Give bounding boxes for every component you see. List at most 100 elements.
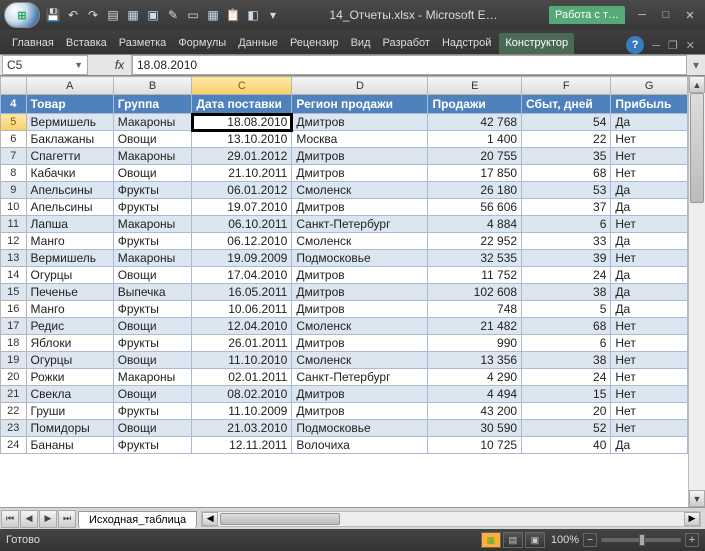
cell[interactable]: Да bbox=[611, 437, 688, 454]
cell[interactable]: Дмитров bbox=[292, 386, 428, 403]
cell[interactable]: 06.10.2011 bbox=[192, 216, 292, 233]
cell[interactable]: 13 356 bbox=[428, 352, 522, 369]
cell[interactable]: 4 884 bbox=[428, 216, 522, 233]
row-header[interactable]: 19 bbox=[1, 352, 27, 369]
cell[interactable]: 6 bbox=[522, 335, 611, 352]
ribbon-tab-constructor[interactable]: Конструктор bbox=[499, 33, 574, 54]
cell[interactable]: 102 608 bbox=[428, 284, 522, 301]
cell[interactable]: 990 bbox=[428, 335, 522, 352]
cell[interactable]: Бананы bbox=[26, 437, 113, 454]
cell[interactable]: Да bbox=[611, 199, 688, 216]
cell[interactable]: Кабачки bbox=[26, 165, 113, 182]
close-button[interactable]: ✕ bbox=[679, 7, 701, 23]
cell[interactable]: 06.01.2012 bbox=[192, 182, 292, 199]
save-icon[interactable]: 💾 bbox=[44, 6, 62, 24]
doc-minimize-icon[interactable]: ─ bbox=[648, 38, 664, 54]
vertical-scrollbar[interactable]: ▲ ▼ bbox=[688, 76, 705, 507]
cell[interactable]: 02.01.2011 bbox=[192, 369, 292, 386]
cell[interactable]: Смоленск bbox=[292, 352, 428, 369]
row-header[interactable]: 15 bbox=[1, 284, 27, 301]
cell[interactable]: Подмосковье bbox=[292, 420, 428, 437]
tab-nav-next-icon[interactable]: ▶ bbox=[39, 510, 57, 528]
cell[interactable]: Огурцы bbox=[26, 352, 113, 369]
row-header[interactable]: 9 bbox=[1, 182, 27, 199]
cell[interactable]: Свекла bbox=[26, 386, 113, 403]
cell[interactable]: 24 bbox=[522, 267, 611, 284]
expand-formula-bar-icon[interactable]: ▾ bbox=[687, 58, 705, 72]
cell[interactable]: 26.01.2011 bbox=[192, 335, 292, 352]
cell[interactable]: 4 494 bbox=[428, 386, 522, 403]
cell[interactable]: 17.04.2010 bbox=[192, 267, 292, 284]
cell[interactable]: 40 bbox=[522, 437, 611, 454]
cell[interactable]: 20 bbox=[522, 403, 611, 420]
cell[interactable]: 08.02.2010 bbox=[192, 386, 292, 403]
cell[interactable]: 68 bbox=[522, 318, 611, 335]
cell[interactable]: Нет bbox=[611, 250, 688, 267]
row-header[interactable]: 16 bbox=[1, 301, 27, 318]
cell[interactable]: Овощи bbox=[113, 165, 192, 182]
table-header-cell[interactable]: Сбыт, дней bbox=[522, 95, 611, 114]
column-header[interactable]: E bbox=[428, 77, 522, 95]
cell[interactable]: 33 bbox=[522, 233, 611, 250]
ribbon-tab[interactable]: Вид bbox=[345, 33, 377, 54]
scroll-thumb[interactable] bbox=[220, 513, 340, 525]
cell[interactable]: Нет bbox=[611, 131, 688, 148]
cell[interactable]: 39 bbox=[522, 250, 611, 267]
scroll-thumb[interactable] bbox=[690, 93, 704, 203]
cell[interactable]: Овощи bbox=[113, 420, 192, 437]
cell[interactable]: 29.01.2012 bbox=[192, 148, 292, 165]
cell[interactable]: Фрукты bbox=[113, 335, 192, 352]
cell[interactable]: Санкт-Петербург bbox=[292, 369, 428, 386]
cell[interactable]: 22 bbox=[522, 131, 611, 148]
cell[interactable]: Овощи bbox=[113, 131, 192, 148]
column-header[interactable]: D bbox=[292, 77, 428, 95]
formula-input[interactable]: 18.08.2010 bbox=[132, 55, 687, 75]
scroll-down-icon[interactable]: ▼ bbox=[689, 490, 705, 507]
qat-icon[interactable]: ✎ bbox=[164, 6, 182, 24]
select-all-corner[interactable] bbox=[1, 77, 27, 95]
cell[interactable]: 21.03.2010 bbox=[192, 420, 292, 437]
cell[interactable]: Манго bbox=[26, 301, 113, 318]
ribbon-tab[interactable]: Формулы bbox=[172, 33, 232, 54]
table-header-cell[interactable]: Продажи bbox=[428, 95, 522, 114]
cell[interactable]: 26 180 bbox=[428, 182, 522, 199]
row-header[interactable]: 11 bbox=[1, 216, 27, 233]
cell[interactable]: 21.10.2011 bbox=[192, 165, 292, 182]
view-normal-icon[interactable]: ▦ bbox=[481, 532, 501, 548]
scroll-left-icon[interactable]: ◀ bbox=[202, 512, 218, 526]
cell[interactable]: 32 535 bbox=[428, 250, 522, 267]
horizontal-scrollbar[interactable]: ◀ ▶ bbox=[201, 511, 701, 527]
row-header[interactable]: 22 bbox=[1, 403, 27, 420]
row-header[interactable]: 6 bbox=[1, 131, 27, 148]
ribbon-tab[interactable]: Разработ bbox=[377, 33, 436, 54]
cell[interactable]: 12.11.2011 bbox=[192, 437, 292, 454]
row-header[interactable]: 17 bbox=[1, 318, 27, 335]
cell[interactable]: Апельсины bbox=[26, 199, 113, 216]
row-header[interactable]: 10 bbox=[1, 199, 27, 216]
cell[interactable]: Макароны bbox=[113, 148, 192, 165]
cell[interactable]: 52 bbox=[522, 420, 611, 437]
cell[interactable]: 20 755 bbox=[428, 148, 522, 165]
cell[interactable]: 5 bbox=[522, 301, 611, 318]
cell[interactable]: Да bbox=[611, 301, 688, 318]
cell[interactable]: Да bbox=[611, 182, 688, 199]
qat-icon[interactable]: ▭ bbox=[184, 6, 202, 24]
name-box[interactable]: C5 ▼ bbox=[2, 55, 88, 75]
tab-nav-first-icon[interactable]: ⏮ bbox=[1, 510, 19, 528]
cell[interactable]: 53 bbox=[522, 182, 611, 199]
help-button[interactable]: ? bbox=[626, 36, 644, 54]
qat-icon[interactable]: ▦ bbox=[204, 6, 222, 24]
minimize-button[interactable]: ─ bbox=[631, 7, 653, 23]
view-pagebreak-icon[interactable]: ▣ bbox=[525, 532, 545, 548]
cell[interactable]: Овощи bbox=[113, 352, 192, 369]
maximize-button[interactable]: □ bbox=[655, 7, 677, 23]
qat-more-icon[interactable]: ▾ bbox=[264, 6, 282, 24]
cell[interactable]: 06.12.2010 bbox=[192, 233, 292, 250]
cell[interactable]: Яблоки bbox=[26, 335, 113, 352]
cell[interactable]: Да bbox=[611, 284, 688, 301]
cell[interactable]: Да bbox=[611, 267, 688, 284]
cell[interactable]: Груши bbox=[26, 403, 113, 420]
row-header[interactable]: 24 bbox=[1, 437, 27, 454]
cell[interactable]: Фрукты bbox=[113, 403, 192, 420]
row-header[interactable]: 18 bbox=[1, 335, 27, 352]
